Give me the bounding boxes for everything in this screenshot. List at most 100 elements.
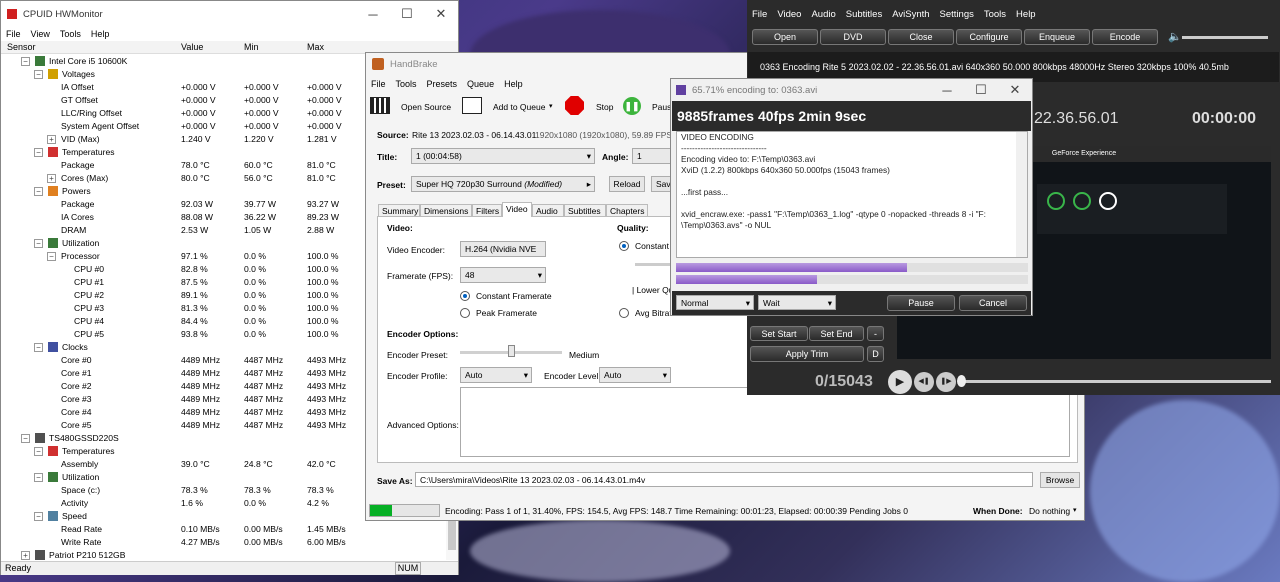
collapse-icon[interactable]: −	[34, 512, 43, 521]
stop-button[interactable]: Stop	[596, 102, 614, 112]
close-button[interactable]: Close	[888, 29, 954, 45]
menu-help[interactable]: Help	[86, 29, 115, 39]
seek-slider[interactable]	[961, 380, 1271, 383]
collapse-icon[interactable]: −	[34, 70, 43, 79]
collapse-icon[interactable]: −	[34, 473, 43, 482]
priority-select[interactable]: Normal ▾	[676, 295, 754, 310]
encoder-profile-select[interactable]: Auto ▾	[460, 367, 532, 383]
menu-presets[interactable]: Presets	[422, 79, 463, 89]
browse-button[interactable]: Browse	[1040, 472, 1080, 488]
title-bar[interactable]: 65.71% encoding to: 0363.avi ─ ☐ ✕	[671, 79, 1032, 101]
menu-queue[interactable]: Queue	[462, 79, 499, 89]
collapse-icon[interactable]: −	[21, 434, 30, 443]
cancel-button[interactable]: Cancel	[959, 295, 1027, 311]
add-to-queue-icon[interactable]	[462, 97, 482, 114]
menu-file[interactable]: File	[1, 29, 26, 39]
col-min[interactable]: Min	[244, 42, 259, 52]
minus-button[interactable]: -	[867, 326, 884, 341]
dvd-button[interactable]: DVD	[820, 29, 886, 45]
enqueue-button[interactable]: Enqueue	[1024, 29, 1090, 45]
menu-view[interactable]: View	[26, 29, 55, 39]
configure-button[interactable]: Configure	[956, 29, 1022, 45]
expand-icon[interactable]: +	[47, 135, 56, 144]
title-select[interactable]: 1 (00:04:58) ▾	[411, 148, 595, 164]
pause-button[interactable]: Paus	[652, 102, 671, 112]
col-value[interactable]: Value	[181, 42, 203, 52]
tab-dimensions[interactable]: Dimensions	[420, 204, 472, 217]
preset-select[interactable]: Super HQ 720p30 Surround (Modified) ▸	[411, 176, 595, 192]
tab-video[interactable]: Video	[502, 202, 532, 217]
menu-subtitles[interactable]: Subtitles	[841, 9, 887, 20]
menu-file[interactable]: File	[366, 79, 391, 89]
close-icon[interactable]: ✕	[998, 82, 1032, 98]
open-source-button[interactable]: Open Source	[401, 102, 451, 112]
collapse-icon[interactable]: −	[34, 187, 43, 196]
menu-tools[interactable]: Tools	[391, 79, 422, 89]
close-icon[interactable]: ✕	[424, 6, 458, 22]
advanced-options-textarea[interactable]	[460, 387, 1070, 457]
menu-help[interactable]: Help	[499, 79, 528, 89]
minimize-icon[interactable]: ─	[930, 83, 964, 98]
peak-framerate-radio[interactable]	[460, 308, 470, 318]
expand-icon[interactable]: +	[21, 551, 30, 560]
set-end-button[interactable]: Set End	[809, 326, 864, 341]
avg-bitrate-radio[interactable]	[619, 308, 629, 318]
menu-video[interactable]: Video	[772, 9, 806, 20]
collapse-icon[interactable]: −	[47, 252, 56, 261]
collapse-icon[interactable]: −	[21, 57, 30, 66]
menu-help[interactable]: Help	[1011, 9, 1041, 20]
collapse-icon[interactable]: −	[34, 343, 43, 352]
volume-slider[interactable]	[1182, 36, 1268, 39]
tab-summary[interactable]: Summary	[378, 204, 420, 217]
tab-subtitles[interactable]: Subtitles	[564, 204, 606, 217]
video-encoder-select[interactable]: H.264 (Nvidia NVE	[460, 241, 546, 257]
tab-audio[interactable]: Audio	[532, 204, 564, 217]
step-back-icon[interactable]: ◀❚	[914, 372, 934, 392]
step-forward-icon[interactable]: ❚▶	[936, 372, 956, 392]
encoder-level-select[interactable]: Auto ▾	[599, 367, 671, 383]
title-bar[interactable]: CPUID HWMonitor ─ ☐ ✕	[1, 1, 458, 27]
constant-framerate-radio[interactable]	[460, 291, 470, 301]
log-scrollbar[interactable]	[1016, 132, 1027, 257]
framerate-select[interactable]: 48 ▾	[460, 267, 546, 283]
tab-filters[interactable]: Filters	[472, 204, 502, 217]
d-button[interactable]: D	[867, 346, 884, 362]
volume-icon[interactable]: 🔈	[1168, 30, 1182, 43]
sensor-row[interactable]: Write Rate 4.27 MB/s 0.00 MB/s 6.00 MB/s	[1, 536, 458, 549]
menu-file[interactable]: File	[747, 9, 772, 20]
open-button[interactable]: Open	[752, 29, 818, 45]
pause-button[interactable]: Pause	[887, 295, 955, 311]
col-max[interactable]: Max	[307, 42, 324, 52]
reload-button[interactable]: Reload	[609, 176, 645, 192]
encoding-progress-dialog[interactable]: 65.71% encoding to: 0363.avi ─ ☐ ✕ 9885f…	[670, 78, 1033, 316]
menu-avisynth[interactable]: AviSynth	[887, 9, 934, 20]
pause-icon[interactable]: ❚❚	[623, 97, 641, 115]
seek-thumb[interactable]	[957, 375, 966, 387]
apply-trim-button[interactable]: Apply Trim	[750, 346, 864, 362]
slider-thumb[interactable]	[508, 345, 515, 357]
encoding-log[interactable]: VIDEO ENCODING --------------------------…	[676, 131, 1028, 258]
menu-tools[interactable]: Tools	[979, 9, 1011, 20]
col-sensor[interactable]: Sensor	[7, 42, 36, 52]
dropdown-arrow-icon[interactable]: ▾	[549, 102, 553, 110]
menu-tools[interactable]: Tools	[55, 29, 86, 39]
expand-icon[interactable]: +	[47, 174, 56, 183]
maximize-icon[interactable]: ☐	[964, 82, 998, 98]
tab-chapters[interactable]: Chapters	[606, 204, 648, 217]
when-done-select[interactable]: Do nothing	[1029, 506, 1070, 516]
maximize-icon[interactable]: ☐	[390, 6, 424, 22]
collapse-icon[interactable]: −	[34, 148, 43, 157]
stop-icon[interactable]	[565, 96, 584, 115]
chevron-down-icon[interactable]: ▾	[1073, 506, 1077, 514]
wait-select[interactable]: Wait ▾	[758, 295, 836, 310]
menu-audio[interactable]: Audio	[806, 9, 840, 20]
set-start-button[interactable]: Set Start	[750, 326, 808, 341]
add-to-queue-button[interactable]: Add to Queue	[493, 102, 545, 112]
save-as-input[interactable]: C:\Users\mira\Videos\Rite 13 2023.02.03 …	[415, 472, 1033, 487]
play-icon[interactable]: ▶	[888, 370, 912, 394]
clapperboard-icon[interactable]	[370, 97, 390, 114]
encode-button[interactable]: Encode	[1092, 29, 1158, 45]
collapse-icon[interactable]: −	[34, 447, 43, 456]
constant-quality-radio[interactable]	[619, 241, 629, 251]
minimize-icon[interactable]: ─	[356, 7, 390, 22]
